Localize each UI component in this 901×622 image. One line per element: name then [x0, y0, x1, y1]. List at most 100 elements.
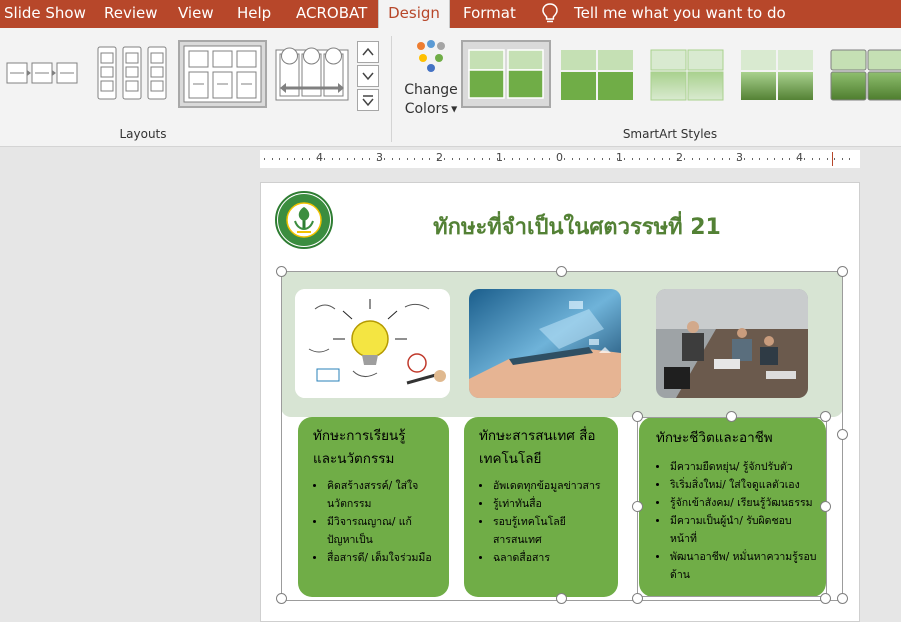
ruler-tick — [579, 158, 580, 160]
tab-view[interactable]: View — [178, 0, 214, 28]
ruler-tick — [826, 158, 828, 160]
skill-card-life-career[interactable]: ทักษะชีวิตและอาชีพ มีความยืดหยุ่น/ รู้จั… — [639, 417, 826, 597]
smartart-style-2[interactable] — [557, 42, 637, 106]
ruler-tick — [849, 158, 850, 160]
layouts-scroll-down-button[interactable] — [357, 65, 379, 87]
ruler-tick — [444, 158, 445, 160]
tab-design[interactable]: Design — [378, 0, 450, 28]
ruler-tick — [376, 158, 378, 160]
ruler-tick — [324, 158, 325, 160]
card-bullet: มีความยืดหยุ่น/ รู้จักปรับตัว — [669, 458, 818, 476]
ribbon-tab-bar: Slide Show Review View Help ACROBAT Desi… — [0, 0, 901, 28]
card-heading: ทักษะการเรียนรู้ — [313, 428, 406, 444]
photo-hand-technology[interactable] — [469, 289, 621, 398]
ruler-tick — [774, 158, 775, 160]
ruler-tick — [721, 158, 723, 160]
ruler-tick — [429, 158, 430, 160]
layouts-more-button[interactable] — [357, 89, 379, 111]
slide-title[interactable]: ทักษะที่จำเป็นในศตวรรษที่ 21 — [347, 209, 807, 244]
card-heading: ทักษะชีวิตและอาชีพ — [656, 430, 773, 446]
ruler-tick — [271, 158, 273, 160]
tab-review[interactable]: Review — [104, 0, 158, 28]
layout-basic-process[interactable] — [4, 53, 80, 93]
ruler-tick — [519, 158, 520, 160]
ruler-tick — [796, 158, 798, 160]
change-colors-button[interactable]: Change Colors ▼ — [400, 38, 462, 123]
dropdown-arrow-icon: ▼ — [448, 104, 458, 114]
resize-handle[interactable] — [276, 266, 287, 277]
skill-card-information-media-tech[interactable]: ทักษะสารสนเทศ สื่อ เทคโนโลยี อัพเดตทุกข้… — [464, 417, 618, 597]
ruler-tick — [406, 158, 408, 160]
shape-resize-handle[interactable] — [820, 501, 831, 512]
smartart-style-5[interactable] — [827, 42, 901, 106]
ruler-tick — [264, 158, 265, 160]
card-bullet-list: คิดสร้างสรรค์/ ใส่ใจนวัตกรรม มีวิจารณญาณ… — [313, 477, 439, 567]
ruler-tick — [286, 158, 288, 160]
ruler-tick — [736, 158, 738, 160]
chevron-down-icon — [362, 72, 374, 81]
ruler-tick — [729, 158, 730, 160]
ruler-tick — [279, 158, 280, 160]
ruler-tick — [676, 158, 678, 160]
photo-office-meeting[interactable] — [656, 289, 808, 398]
change-colors-text: Colors — [404, 101, 449, 117]
photo-learning-lightbulb[interactable] — [295, 289, 450, 398]
horizontal-ruler[interactable]: 4 3 2 1 0 1 2 3 4 — [260, 150, 860, 168]
ruler-tick — [669, 158, 670, 160]
shape-resize-handle[interactable] — [726, 411, 737, 422]
resize-handle[interactable] — [276, 593, 287, 604]
skill-card-learning-innovation[interactable]: ทักษะการเรียนรู้ และนวัตกรรม คิดสร้างสรร… — [298, 417, 449, 597]
smartart-style-1-selected[interactable] — [461, 40, 551, 108]
university-seal-logo — [275, 191, 333, 249]
ruler-tick — [421, 158, 423, 160]
layout-stacked-list[interactable] — [94, 43, 170, 103]
ruler-tick — [609, 158, 610, 160]
shape-resize-handle[interactable] — [820, 593, 831, 604]
ruler-tick — [301, 158, 303, 160]
ruler-tick — [624, 158, 625, 160]
ruler-tick — [549, 158, 550, 160]
card-bullet: รู้จักเข้าสังคม/ เรียนรู้วัฒนธรรม — [669, 494, 818, 512]
resize-handle[interactable] — [837, 429, 848, 440]
ruler-tick — [789, 158, 790, 160]
ruler-tick — [354, 158, 355, 160]
card-bullet-list: มีความยืดหยุ่น/ รู้จักปรับตัว ริเริ่มสิ่… — [656, 458, 818, 584]
resize-handle[interactable] — [556, 593, 567, 604]
shape-resize-handle[interactable] — [632, 593, 643, 604]
card-bullet: ฉลาดสื่อสาร — [492, 549, 608, 567]
shape-resize-handle[interactable] — [820, 411, 831, 422]
card-bullet: สื่อสารดี/ เต็มใจร่วมมือ — [326, 549, 439, 567]
ruler-tick — [751, 158, 753, 160]
ruler-tick — [541, 158, 543, 160]
layout-picture-accent-selected[interactable] — [178, 40, 267, 108]
ruler-tick — [346, 158, 348, 160]
ruler-tick — [699, 158, 700, 160]
tab-help[interactable]: Help — [237, 0, 271, 28]
card-bullet: รอบรู้เทคโนโลยีสารสนเทศ — [492, 513, 608, 549]
layouts-scroll-up-button[interactable] — [357, 41, 379, 63]
shape-resize-handle[interactable] — [632, 501, 643, 512]
resize-handle[interactable] — [837, 266, 848, 277]
ruler-tick — [819, 158, 820, 160]
ruler-tick — [481, 158, 483, 160]
smartart-style-4[interactable] — [737, 42, 817, 106]
ruler-tick — [646, 158, 648, 160]
card-bullet: คิดสร้างสรรค์/ ใส่ใจนวัตกรรม — [326, 477, 439, 513]
tab-format[interactable]: Format — [463, 0, 516, 28]
ruler-tick — [616, 158, 618, 160]
card-bullet: รู้เท่าทันสื่อ — [492, 495, 608, 513]
shape-resize-handle[interactable] — [632, 411, 643, 422]
layout-circle-arrow[interactable] — [274, 42, 350, 104]
lightbulb-icon — [542, 3, 558, 23]
ruler-tick — [691, 158, 693, 160]
resize-handle[interactable] — [556, 266, 567, 277]
slide-canvas[interactable]: ทักษะที่จำเป็นในศตวรรษที่ 21 ทักษะการเรี… — [260, 182, 860, 622]
ruler-tick — [384, 158, 385, 160]
resize-handle[interactable] — [837, 593, 848, 604]
tab-slide-show[interactable]: Slide Show — [4, 0, 86, 28]
smartart-style-3[interactable] — [647, 42, 727, 106]
tab-acrobat[interactable]: ACROBAT — [296, 0, 367, 28]
card-heading-cont: เทคโนโลยี — [479, 451, 542, 467]
ruler-tick — [361, 158, 363, 160]
ruler-tick — [594, 158, 595, 160]
